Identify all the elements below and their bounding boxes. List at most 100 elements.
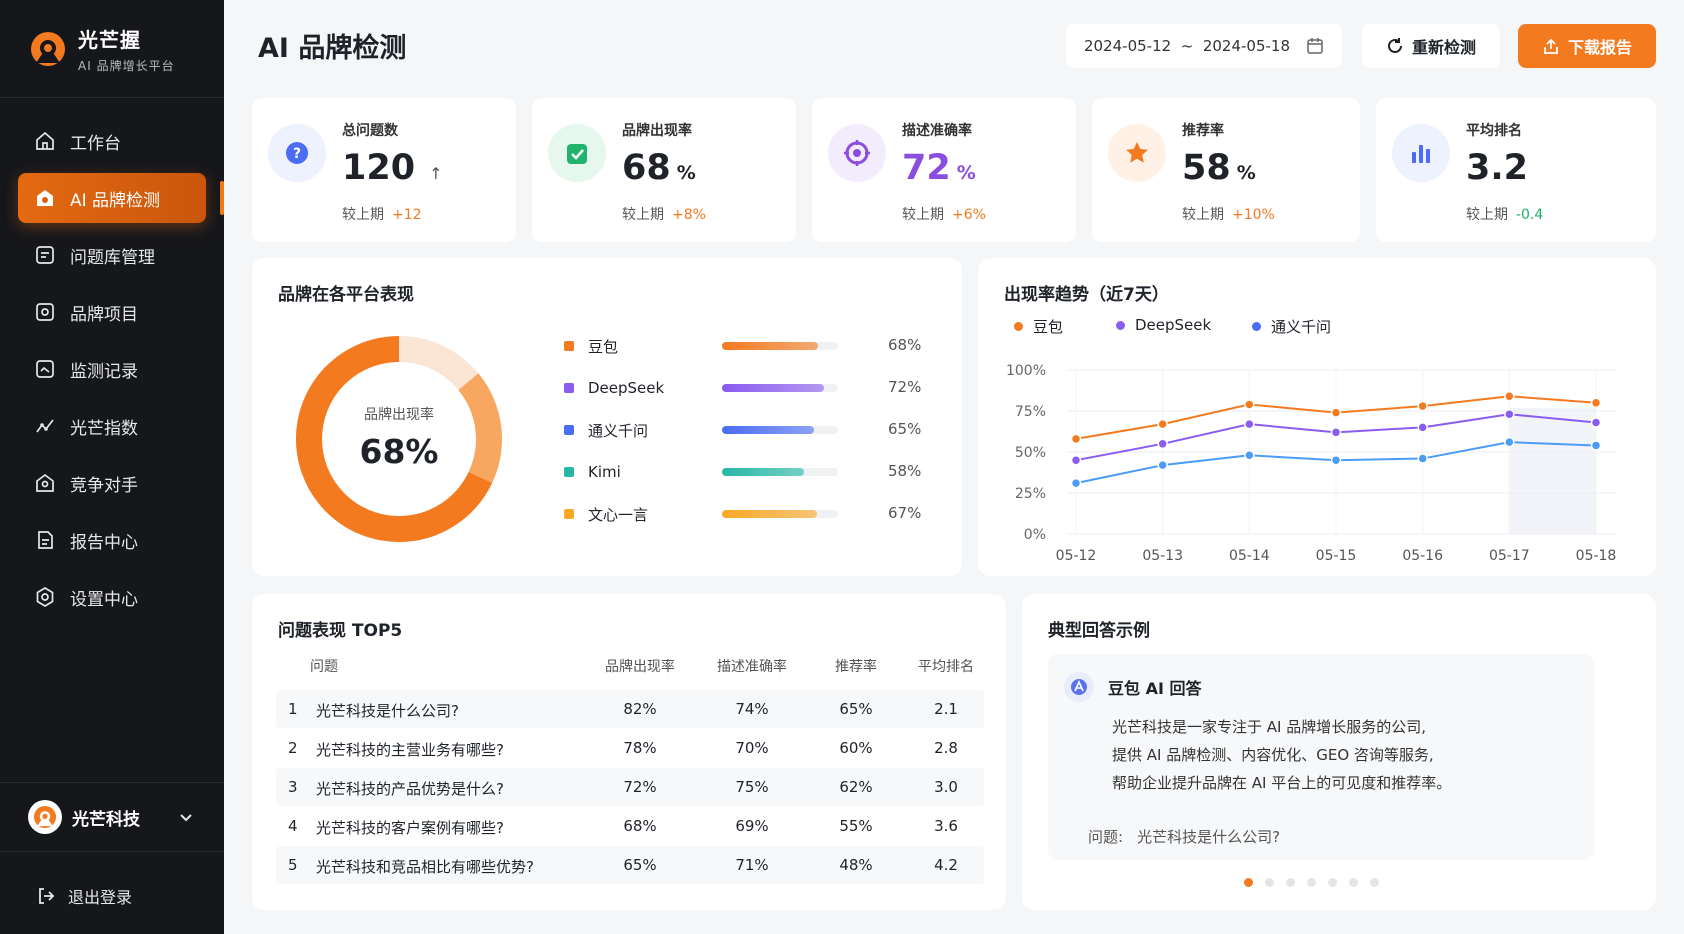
kpi-delta: +8% <box>672 207 706 223</box>
table-cell-rank: 5 <box>288 856 298 874</box>
table-cell-a: 68% <box>623 817 657 835</box>
kpi-number: 68 <box>622 148 671 188</box>
sidebar-item-label: 品牌项目 <box>70 304 138 325</box>
y-tick-label: 0% <box>1024 527 1046 543</box>
recheck-button[interactable]: 重新检测 <box>1362 24 1500 68</box>
sidebar-item-question-library[interactable]: 问题库管理 <box>18 230 206 280</box>
target-icon <box>844 140 870 166</box>
table-row[interactable]: 3 光芒科技的产品优势是什么? 72% 75% 62% 3.0 <box>276 768 984 806</box>
table-cell-b: 69% <box>735 817 769 835</box>
donut-center-label: 品牌出现率 <box>364 407 434 423</box>
legend-item: 豆包 <box>1014 316 1063 337</box>
platform-legend-dot <box>564 383 574 393</box>
date-range-picker[interactable]: 2024-05-12 ~ 2024-05-18 <box>1066 24 1342 68</box>
sidebar-item-report[interactable]: 报告中心 <box>18 515 206 565</box>
index-icon <box>36 419 54 433</box>
y-tick-label: 25% <box>1015 486 1046 502</box>
table-row[interactable]: 4 光芒科技的客户案例有哪些? 68% 69% 55% 3.6 <box>276 807 984 845</box>
kpi-card-total-questions: ? 总问题数 120 ↑ 较上期 +12 <box>252 98 516 242</box>
question-library-icon <box>36 246 54 264</box>
series-point-1 <box>1070 454 1082 466</box>
carousel-dot[interactable] <box>1265 878 1274 887</box>
kpi-value: 58% <box>1182 148 1264 188</box>
platform-name: 豆包 <box>588 337 619 356</box>
trend-chart-title: 出现率趋势（近7天） <box>1004 285 1169 305</box>
kpi-icon-wrap: ? <box>268 124 326 182</box>
kpi-compare: 较上期 +10% <box>1182 204 1275 224</box>
kpi-card-average-rank: 平均排名 3.2 较上期 -0.4 <box>1376 98 1656 242</box>
sidebar-item-label: 问题库管理 <box>70 247 155 268</box>
carousel-dot[interactable] <box>1349 878 1358 887</box>
kpi-icon-wrap <box>1108 124 1166 182</box>
table-cell-rank: 3 <box>288 778 298 796</box>
series-point-0 <box>1330 407 1342 418</box>
series-point-0 <box>1417 400 1428 412</box>
legend-item: DeepSeek <box>1116 316 1211 334</box>
table-row[interactable]: 2 光芒科技的主营业务有哪些? 78% 70% 60% 2.8 <box>276 729 984 767</box>
legend-dot <box>1252 322 1261 331</box>
kpi-compare-label: 较上期 <box>342 207 384 223</box>
platform-bar-fill <box>722 426 814 434</box>
answer-source: 豆包 AI 回答 <box>1108 679 1202 698</box>
org-avatar <box>28 800 62 834</box>
kpi-value: 72% <box>902 148 984 188</box>
record-icon <box>36 360 54 378</box>
sidebar-item-project[interactable]: 品牌项目 <box>18 287 206 337</box>
kpi-unit: % <box>676 162 696 184</box>
sidebar-item-brand-check[interactable]: AI 品牌检测 <box>18 173 224 223</box>
table-cell-q: 光芒科技的产品优势是什么? <box>316 780 504 798</box>
platform-bar-track <box>722 468 838 476</box>
kpi-compare: 较上期 -0.4 <box>1466 204 1543 224</box>
sidebar-item-label: 光芒指数 <box>70 418 138 439</box>
kpi-compare: 较上期 +8% <box>622 204 706 224</box>
kpi-number: 120 <box>342 148 416 188</box>
kpi-card-description-accuracy: 描述准确率 72% 较上期 +6% <box>812 98 1076 242</box>
donut-center-value: 68% <box>359 432 439 471</box>
kpi-delta: +10% <box>1232 207 1275 223</box>
org-switcher[interactable]: 光芒科技 <box>0 782 224 852</box>
table-cell-a: 65% <box>623 856 657 874</box>
project-icon <box>36 303 54 321</box>
platform-percent: 65% <box>888 420 922 438</box>
sidebar-item-home[interactable]: 工作台 <box>18 116 206 166</box>
carousel-dot[interactable] <box>1286 878 1295 887</box>
carousel-dot[interactable] <box>1328 878 1337 887</box>
table-cell-b: 71% <box>735 856 769 874</box>
carousel-dot[interactable] <box>1307 878 1316 887</box>
table-row[interactable]: 1 光芒科技是什么公司? 82% 74% 65% 2.1 <box>276 690 984 728</box>
sidebar-item-settings[interactable]: 设置中心 <box>18 572 206 622</box>
kpi-label: 总问题数 <box>342 123 398 139</box>
logout-button[interactable]: 退出登录 <box>36 884 132 908</box>
carousel-dot[interactable] <box>1370 878 1379 887</box>
platform-legend-dot <box>564 467 574 477</box>
sidebar-item-label: 竞争对手 <box>70 475 138 496</box>
x-tick-label: 05-16 <box>1402 548 1443 564</box>
platform-legend-dot <box>564 509 574 519</box>
date-range-value: 2024-05-12 ~ 2024-05-18 <box>1084 37 1290 55</box>
table-row[interactable]: 5 光芒科技和竞品相比有哪些优势? 65% 71% 48% 4.2 <box>276 846 984 884</box>
answer-line: 光芒科技是一家专注于 AI 品牌增长服务的公司, <box>1112 718 1426 736</box>
kpi-number: 3.2 <box>1466 148 1529 188</box>
series-point-1 <box>1417 422 1428 433</box>
kpi-value: 120 ↑ <box>342 148 442 188</box>
sidebar-item-record[interactable]: 监测记录 <box>18 344 206 394</box>
carousel-dot[interactable] <box>1244 878 1253 887</box>
answer-header: 豆包 AI 回答 <box>1064 672 1201 702</box>
sidebar-item-label: AI 品牌检测 <box>70 190 161 211</box>
sidebar: 光芒握 AI 品牌增长平台 工作台 AI 品牌检测 问题库管理 品牌项目 监测记录 光芒指… <box>0 0 224 934</box>
platform-legend-dot <box>564 341 574 351</box>
x-tick-label: 05-12 <box>1056 548 1097 564</box>
sidebar-item-competitor[interactable]: 竞争对手 <box>18 458 206 508</box>
sidebar-item-index[interactable]: 光芒指数 <box>18 401 206 451</box>
svg-text:?: ? <box>293 146 301 162</box>
kpi-value: 68% <box>622 148 704 188</box>
download-report-button[interactable]: 下载报告 <box>1518 24 1656 68</box>
table-header: 品牌出现率 <box>605 659 675 675</box>
x-tick-label: 05-18 <box>1576 548 1617 564</box>
table-cell-q: 光芒科技的客户案例有哪些? <box>316 819 504 837</box>
kpi-icon-wrap <box>548 124 606 182</box>
series-point-2 <box>1070 477 1082 489</box>
kpi-number: 72 <box>902 148 951 188</box>
answer-box: 豆包 AI 回答 光芒科技是一家专注于 AI 品牌增长服务的公司, 提供 AI … <box>1048 654 1594 860</box>
x-tick-label: 05-13 <box>1142 548 1183 564</box>
